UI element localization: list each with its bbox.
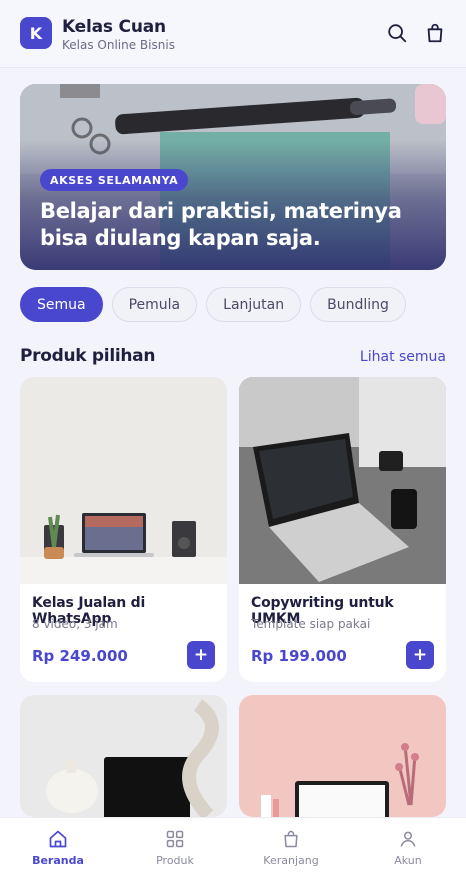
nav-item-keranjang[interactable]: Keranjang (233, 818, 349, 880)
section-title: Produk pilihan (20, 346, 156, 366)
nav-label: Produk (156, 854, 194, 867)
product-card[interactable] (20, 695, 227, 817)
nav-item-produk[interactable]: Produk (117, 818, 233, 880)
product-price: Rp 249.000 (32, 647, 128, 665)
product-subtitle: 8 video, 3 jam (32, 617, 118, 631)
hero-title: Belajar dari praktisi, materinya bisa di… (40, 199, 402, 250)
product-image (20, 695, 227, 817)
hero-badge: AKSES SELAMANYA (40, 169, 189, 191)
home-icon (49, 830, 67, 848)
nav-item-beranda[interactable]: Beranda (0, 818, 116, 880)
app-subtitle: Kelas Online Bisnis (62, 38, 175, 52)
product-card[interactable]: Copywriting untuk UMKM Template siap pak… (239, 377, 446, 682)
search-icon[interactable] (386, 22, 408, 44)
chip-bundling[interactable]: Bundling (310, 287, 406, 322)
nav-label: Beranda (32, 854, 84, 867)
user-icon (400, 831, 416, 847)
nav-item-akun[interactable]: Akun (350, 818, 466, 880)
product-subtitle: Template siap pakai (251, 617, 371, 631)
product-image (239, 695, 446, 817)
app-header: K Kelas Cuan Kelas Online Bisnis (0, 0, 466, 68)
hero-banner[interactable]: AKSES SELAMANYA Belajar dari praktisi, m… (20, 84, 446, 270)
grid-icon (166, 830, 184, 848)
nav-label: Keranjang (263, 854, 319, 867)
product-price: Rp 199.000 (251, 647, 347, 665)
see-all-link[interactable]: Lihat semua (360, 349, 446, 365)
product-card[interactable] (239, 695, 446, 817)
chip-lanjutan[interactable]: Lanjutan (206, 287, 302, 322)
chip-pemula[interactable]: Pemula (111, 287, 198, 322)
app-name: Kelas Cuan (62, 17, 166, 37)
add-to-cart-button[interactable]: + (187, 641, 215, 669)
app-logo[interactable]: K (20, 17, 52, 49)
bottom-navigation: Beranda Produk Keranjang Akun (0, 817, 466, 880)
add-to-cart-button[interactable]: + (406, 641, 434, 669)
chip-semua[interactable]: Semua (20, 287, 103, 322)
nav-label: Akun (394, 854, 422, 867)
product-card[interactable]: Kelas Jualan di WhatsApp 8 video, 3 jam … (20, 377, 227, 682)
product-image (20, 377, 227, 584)
filter-chips: Semua Pemula Lanjutan Bundling (20, 287, 406, 322)
product-image (239, 377, 446, 584)
shopping-bag-icon[interactable] (424, 22, 446, 44)
bag-icon (284, 830, 298, 848)
